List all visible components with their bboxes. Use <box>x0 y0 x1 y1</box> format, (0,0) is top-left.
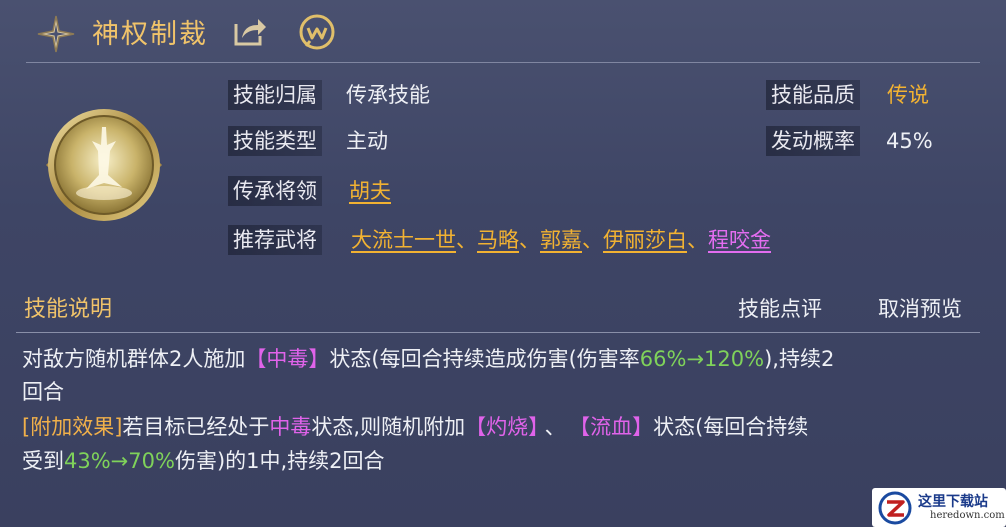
watermark: 这里下载站 heredown.com <box>872 488 1006 527</box>
list-separator: 、 <box>456 228 477 252</box>
list-separator: 、 <box>582 228 603 252</box>
heir-label: 传承将领 <box>228 176 322 206</box>
skill-title: 神权制裁 <box>92 19 208 50</box>
type-value: 主动 <box>346 129 388 153</box>
status-poison: 中毒 <box>269 415 312 439</box>
desc-text: 受到 <box>22 449 64 473</box>
damage-rate: 66%→120% <box>639 347 765 371</box>
watermark-logo-icon <box>878 491 912 525</box>
desc-text: ),持续2 <box>764 347 835 371</box>
general-link[interactable]: 大流士一世 <box>351 228 456 252</box>
desc-text: 对敌方随机群体2人施加 <box>22 347 246 371</box>
belong-value: 传承技能 <box>346 83 430 107</box>
watermark-text: 这里下载站 <box>918 494 988 510</box>
list-separator: 、 <box>687 228 708 252</box>
damage-rate: 43%→70% <box>64 449 175 473</box>
belong-label: 技能归属 <box>228 80 322 110</box>
section-title: 技能说明 <box>24 297 113 322</box>
general-link[interactable]: 郭嘉 <box>540 228 582 252</box>
header-divider <box>26 62 980 63</box>
desc-text: 状态,则随机附加 <box>311 415 466 439</box>
desc-text: 状态(每回合持续造成伤害(伤害率 <box>329 347 640 371</box>
desc-text: 状态(每回合持续 <box>653 415 809 439</box>
desc-text: 若目标已经处于 <box>122 415 270 439</box>
recommend-list: 大流士一世、马略、郭嘉、伊丽莎白、程咬金 <box>351 225 771 255</box>
skill-review-button[interactable]: 技能点评 <box>738 293 822 323</box>
quality-label: 技能品质 <box>766 80 860 110</box>
cancel-preview-button[interactable]: 取消预览 <box>878 293 962 323</box>
general-link[interactable]: 程咬金 <box>708 228 771 252</box>
chance-value: 45% <box>886 129 933 153</box>
general-link[interactable]: 马略 <box>477 228 519 252</box>
chance-label: 发动概率 <box>766 126 860 156</box>
desc-text: 、 <box>544 415 566 439</box>
watermark-domain: heredown.com <box>930 510 1005 521</box>
wiki-icon[interactable] <box>298 13 336 51</box>
skill-emblem-icon <box>46 109 162 221</box>
description-line: 回合 <box>22 380 64 404</box>
desc-text: 伤害)的1中,持续2回合 <box>174 449 385 473</box>
type-label: 技能类型 <box>228 126 322 156</box>
general-link[interactable]: 伊丽莎白 <box>603 228 687 252</box>
list-separator: 、 <box>519 228 540 252</box>
description-line: [附加效果]若目标已经处于中毒状态,则随机附加【灼烧】、【流血】状态(每回合持续 <box>22 410 992 445</box>
share-icon[interactable] <box>232 16 268 48</box>
quality-value: 传说 <box>887 83 929 107</box>
description-line: 对敌方随机群体2人施加【中毒】状态(每回合持续造成伤害(伤害率66%→120%)… <box>22 342 992 377</box>
status-poison: 【中毒】 <box>245 347 330 371</box>
description-line: 受到43%→70%伤害)的1中,持续2回合 <box>22 444 992 479</box>
recommend-label: 推荐武将 <box>228 225 322 255</box>
status-burn: 【灼烧】 <box>465 415 539 439</box>
extra-effect-tag: [附加效果] <box>22 415 123 439</box>
sparkle-star-icon <box>37 15 75 53</box>
section-divider <box>16 332 980 333</box>
status-bleed: 【流血】 <box>579 415 654 439</box>
heir-general-link[interactable]: 胡夫 <box>349 176 391 206</box>
